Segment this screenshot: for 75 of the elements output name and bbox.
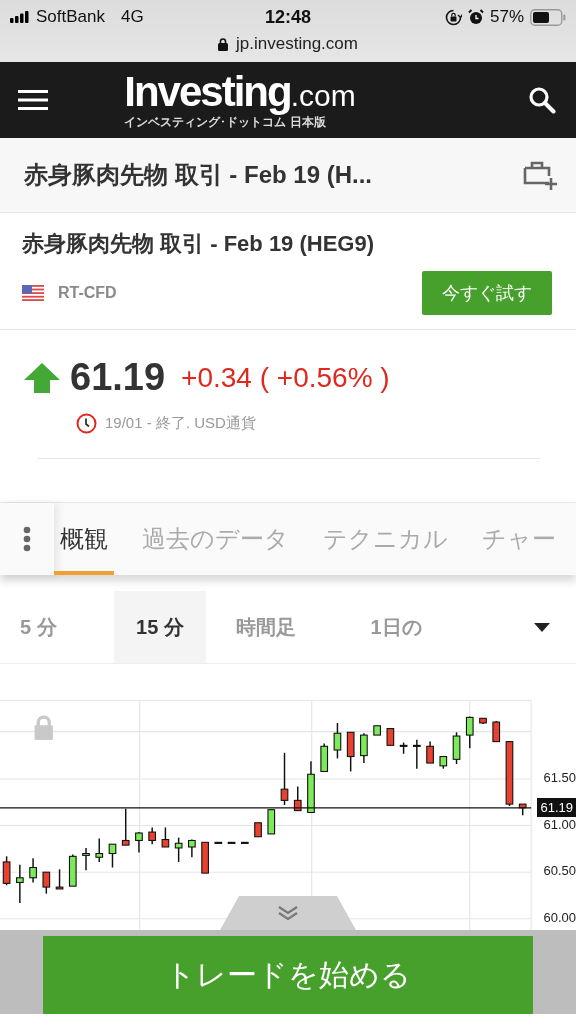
- candlestick: [82, 847, 90, 872]
- section-tab[interactable]: 過去のデータ: [136, 503, 295, 575]
- candlestick: [16, 864, 24, 904]
- network-type: 4G: [121, 7, 144, 27]
- try-now-button[interactable]: 今すぐ試す: [422, 271, 552, 315]
- price-change: +0.34 ( +0.56% ): [181, 361, 390, 394]
- candlestick: [148, 826, 157, 845]
- candlestick: [439, 755, 448, 770]
- search-button[interactable]: [528, 86, 556, 114]
- candlestick: [346, 731, 355, 773]
- add-to-portfolio-button[interactable]: [522, 159, 558, 191]
- menu-button[interactable]: [18, 90, 48, 110]
- logo-wordmark[interactable]: Investing: [124, 69, 291, 114]
- candlestick: [267, 809, 276, 835]
- candlestick: [399, 741, 408, 755]
- url-text[interactable]: jp.investing.com: [236, 34, 358, 54]
- lock-icon: [34, 715, 53, 741]
- timeframe-tab[interactable]: 15 分: [114, 591, 206, 663]
- candlestick: [492, 720, 501, 743]
- candlestick: [174, 836, 183, 863]
- candlestick: [108, 843, 117, 869]
- logo-suffix[interactable]: .com: [290, 79, 356, 112]
- battery-percent: 57%: [489, 7, 524, 27]
- candlestick: [42, 871, 51, 895]
- caret-icon: [534, 622, 550, 632]
- candlestick: [320, 742, 329, 773]
- candlestick: [307, 760, 315, 814]
- candlestick: [452, 731, 461, 765]
- clock-icon: [76, 413, 97, 434]
- data-source: RT-CFD: [58, 284, 118, 302]
- candlestick: [121, 808, 130, 846]
- candlestick: [373, 725, 381, 736]
- us-flag-icon: [22, 285, 44, 301]
- candlestick: [55, 868, 64, 890]
- candlestick: [95, 837, 104, 863]
- logo-subtitle: インベスティング･ドットコム 日本版: [124, 114, 327, 131]
- timeframe-tab[interactable]: 時間足: [206, 591, 326, 663]
- candlestick: [333, 722, 342, 760]
- candlestick: [293, 785, 302, 812]
- lock-icon: [218, 37, 229, 51]
- timeframe-tab[interactable]: 1日の: [326, 591, 466, 663]
- candlestick: [426, 740, 434, 764]
- candlestick: [68, 853, 77, 887]
- candlestick: [254, 822, 262, 838]
- more-icon: [23, 526, 31, 552]
- candlestick: [135, 831, 143, 854]
- instrument-name: 赤身豚肉先物 取引 - Feb 19 (HEG9): [22, 230, 376, 258]
- timeframe-tab[interactable]: 5 分: [0, 591, 114, 663]
- candlestick: [386, 727, 395, 747]
- clock-time: 12:48: [265, 6, 311, 28]
- candlestick: [465, 715, 474, 749]
- candlestick: [188, 838, 196, 858]
- candlestick: [29, 857, 37, 884]
- candlestick: [505, 740, 514, 807]
- candlestick: [413, 739, 421, 770]
- last-price: 61.19: [70, 356, 166, 399]
- candlestick: [518, 803, 527, 816]
- start-trading-button[interactable]: トレードを始める: [43, 936, 533, 1014]
- page-title: 赤身豚肉先物 取引 - Feb 19 (H...: [24, 160, 373, 190]
- candlestick: [201, 841, 209, 874]
- candlestick: [479, 717, 487, 725]
- signal-icon: [10, 11, 30, 23]
- section-tab[interactable]: 概観: [54, 503, 114, 575]
- candlestick: [280, 752, 289, 806]
- section-tab[interactable]: チャー: [476, 503, 562, 575]
- candlestick: [2, 855, 11, 886]
- candlestick: [360, 732, 368, 764]
- alarm-icon: [467, 9, 484, 25]
- section-tab[interactable]: テクニカル: [317, 503, 454, 575]
- candlestick: [161, 826, 170, 848]
- rotation-lock-icon: [444, 8, 462, 26]
- battery-icon: [530, 8, 566, 26]
- market-status: 19/01 - 終了. USD通貨: [105, 414, 256, 433]
- price-tag: 61.19: [537, 797, 576, 817]
- carrier-name: SoftBank: [36, 7, 105, 27]
